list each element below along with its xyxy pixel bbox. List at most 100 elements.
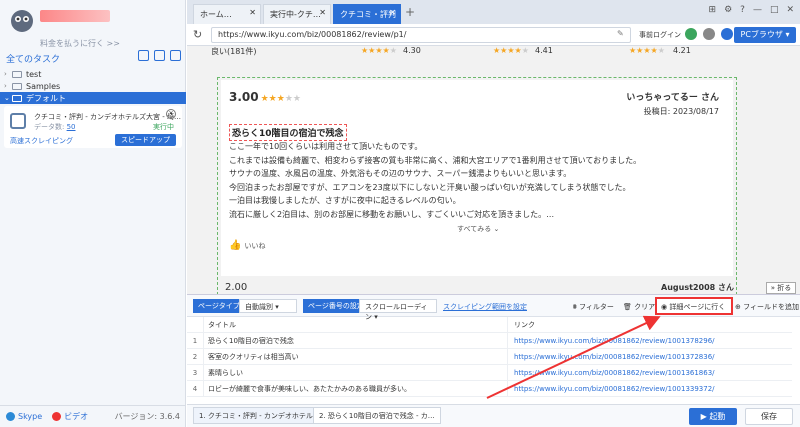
task-card[interactable]: クチコミ・評判 - カンデオホテルズ大宮 - 埼… ✕ データ数: 50 実行中…: [4, 106, 182, 148]
video-label: ビデオ: [64, 412, 89, 421]
filter-button[interactable]: ⩩ フィルター: [573, 302, 614, 312]
review-line: これまでは設備も綺麗で、相変わらず接客の質も非常に高く、浦和大宮エリアで1番利用…: [229, 155, 642, 165]
step-tab-2[interactable]: 2. 恐らく10階目の宿泊で残念 - カ…: [313, 407, 441, 424]
pay-link[interactable]: 料金を払うに行く >>: [40, 38, 120, 49]
status-green-icon[interactable]: [685, 28, 697, 40]
data-table: タイトル リンク 1 恐らく10階目の宿泊で残念 https://www.iky…: [187, 317, 792, 397]
tab-label: 実行中-クチ…: [270, 10, 321, 19]
step-tab-1[interactable]: 1. クチコミ・評判 - カンデオホテル…: [193, 407, 326, 424]
help-icon[interactable]: ?: [740, 5, 745, 15]
like-button[interactable]: 👍 いいね: [229, 240, 265, 251]
folder-test[interactable]: › test: [0, 68, 186, 80]
cell-link[interactable]: https://www.ikyu.com/biz/00081862/review…: [507, 365, 792, 380]
like-label: いいね: [244, 241, 266, 250]
import-icon[interactable]: [138, 50, 149, 61]
cell-link[interactable]: https://www.ikyu.com/biz/00081862/review…: [507, 381, 792, 396]
minimize-icon[interactable]: —: [753, 5, 762, 15]
save-button[interactable]: 保存: [745, 408, 793, 425]
scrape-mode: 高速スクレイピング: [10, 137, 73, 145]
cell-link[interactable]: https://www.ikyu.com/biz/00081862/review…: [507, 349, 792, 364]
prev-label: 良い(181件): [211, 47, 257, 56]
edit-icon[interactable]: ✎: [617, 29, 624, 38]
all-tasks-label[interactable]: 全てのタスク: [6, 52, 60, 65]
refresh-icon[interactable]: ↻: [193, 28, 202, 41]
close-window-icon[interactable]: ✕: [786, 5, 794, 15]
close-icon[interactable]: ✕: [249, 8, 256, 17]
data-toolbar: ページタイプ 自動識別 ▾ ページ番号の設定 スクロールローディン ▾ スクレイ…: [187, 295, 800, 321]
folder-samples[interactable]: › Samples: [0, 80, 186, 92]
review-title[interactable]: 恐らく10階目の宿泊で残念: [229, 124, 347, 141]
tab-reviews[interactable]: クチコミ・評判 ✕: [333, 4, 401, 24]
pc-browser-dropdown[interactable]: PCブラウザ ▾: [734, 27, 796, 43]
review-line: サウナの温度、水風呂の温度、外気浴もその辺のサウナ、スーパー銭湯よりもいいと思い…: [229, 169, 572, 178]
speed-up-button[interactable]: スピードアップ: [115, 134, 176, 146]
data-count-link[interactable]: 50: [67, 123, 76, 131]
skype-icon: [6, 412, 15, 421]
play-icon: ▶: [700, 412, 707, 421]
close-icon[interactable]: ✕: [389, 8, 396, 17]
new-tab-icon[interactable]: +: [405, 5, 415, 19]
cell-title[interactable]: 素晴らしい: [203, 365, 507, 380]
task-toolbar: 全てのタスク: [0, 50, 186, 66]
skype-link[interactable]: Skype: [6, 412, 42, 421]
add-field-label: フィールドを追加: [743, 303, 799, 311]
sidebar-footer: Skype ビデオ バージョン: 3.6.4: [0, 405, 186, 427]
video-link[interactable]: ビデオ: [52, 411, 88, 422]
settings-icon[interactable]: ⚙: [724, 5, 732, 15]
settings-circle-icon[interactable]: [703, 28, 715, 40]
see-all-label: すべてみる: [457, 225, 492, 233]
goto-detail-button[interactable]: ◉ 詳細ページに行く: [655, 297, 733, 315]
table-row[interactable]: 3 素晴らしい https://www.ikyu.com/biz/0008186…: [187, 365, 792, 381]
cell-title[interactable]: 恐らく10階目の宿泊で残念: [203, 333, 507, 348]
task-list-icon[interactable]: [170, 50, 181, 61]
cell-title[interactable]: ロビーが綺麗で食事が美味しい、あたたかみのある職員が多い。: [203, 381, 507, 396]
see-all-link[interactable]: すべてみる ⌄: [457, 224, 499, 234]
status-running: 実行中: [153, 123, 174, 131]
review-author[interactable]: いっちゃってるー さん: [626, 90, 719, 103]
column-header-link[interactable]: リンク: [507, 317, 792, 332]
eye-icon: ◉: [661, 303, 668, 311]
row-number: 2: [192, 352, 198, 361]
launch-button[interactable]: ▶ 起動: [689, 408, 737, 425]
folder-icon: [12, 70, 22, 78]
row-number: 1: [192, 336, 198, 345]
tab-running[interactable]: 実行中-クチ… ✕: [263, 4, 331, 24]
new-task-icon[interactable]: [154, 50, 165, 61]
pre-login-button[interactable]: 事前ログイン: [639, 30, 681, 40]
review-body: ここ一年で10回くらいは利用させて頂いたものです。 これまでは設備も綺麗で、相変…: [229, 140, 719, 221]
close-icon[interactable]: ✕: [166, 109, 176, 119]
fold-button[interactable]: » 折る: [766, 282, 796, 294]
main-area: ホーム… ✕ 実行中-クチ… ✕ クチコミ・評判 ✕ + ⊞ ⚙ ? — □ ✕…: [187, 0, 800, 427]
tab-home[interactable]: ホーム… ✕: [193, 4, 261, 24]
user-circle-icon[interactable]: [721, 28, 733, 40]
cell-link[interactable]: https://www.ikyu.com/biz/00081862/review…: [507, 333, 792, 348]
url-input[interactable]: https://www.ikyu.com/biz/00081862/review…: [211, 27, 631, 43]
close-icon[interactable]: ✕: [319, 8, 326, 17]
page-type-select[interactable]: 自動識別 ▾: [239, 299, 297, 313]
review-card[interactable]: 3.00 ★★★★★ いっちゃってるー さん 投稿日: 2023/08/17 恐ら…: [221, 80, 733, 276]
gift-icon[interactable]: ⊞: [709, 5, 717, 15]
web-view[interactable]: 良い(181件) ★★★★ ★ 4.30 ★★★★ ★ 4.41 ★★★★ ★ 4.2…: [187, 46, 800, 294]
data-count-label: データ数:: [34, 123, 65, 131]
clear-button[interactable]: 🗑 クリア: [623, 302, 655, 312]
folder-default[interactable]: ⌄ デフォルト: [0, 92, 186, 104]
table-header: タイトル リンク: [187, 317, 792, 333]
video-icon: [52, 412, 62, 421]
username-redacted[interactable]: [40, 10, 110, 22]
scroll-loading-select[interactable]: スクロールローディン ▾: [359, 299, 437, 321]
add-field-button[interactable]: ⊕ フィールドを追加: [735, 302, 799, 312]
table-row[interactable]: 4 ロビーが綺麗で食事が美味しい、あたたかみのある職員が多い。 https://…: [187, 381, 792, 397]
next-review-score: 2.00: [225, 282, 248, 293]
star-rating: ★★★★★: [361, 46, 397, 55]
score-value: 3.00: [229, 90, 259, 104]
scrape-range-link[interactable]: スクレイピング範囲を設定: [443, 302, 527, 312]
thumbs-up-icon: 👍: [229, 240, 242, 251]
chevron-right-icon: ›: [4, 82, 7, 90]
maximize-icon[interactable]: □: [770, 5, 779, 15]
table-row[interactable]: 2 客室のクオリティは相当高い https://www.ikyu.com/biz…: [187, 349, 792, 365]
cell-title[interactable]: 客室のクオリティは相当高い: [203, 349, 507, 364]
clear-label: クリア: [634, 303, 656, 311]
column-header-title[interactable]: タイトル: [203, 317, 507, 332]
row-number: 3: [192, 368, 198, 377]
table-row[interactable]: 1 恐らく10階目の宿泊で残念 https://www.ikyu.com/biz…: [187, 333, 792, 349]
